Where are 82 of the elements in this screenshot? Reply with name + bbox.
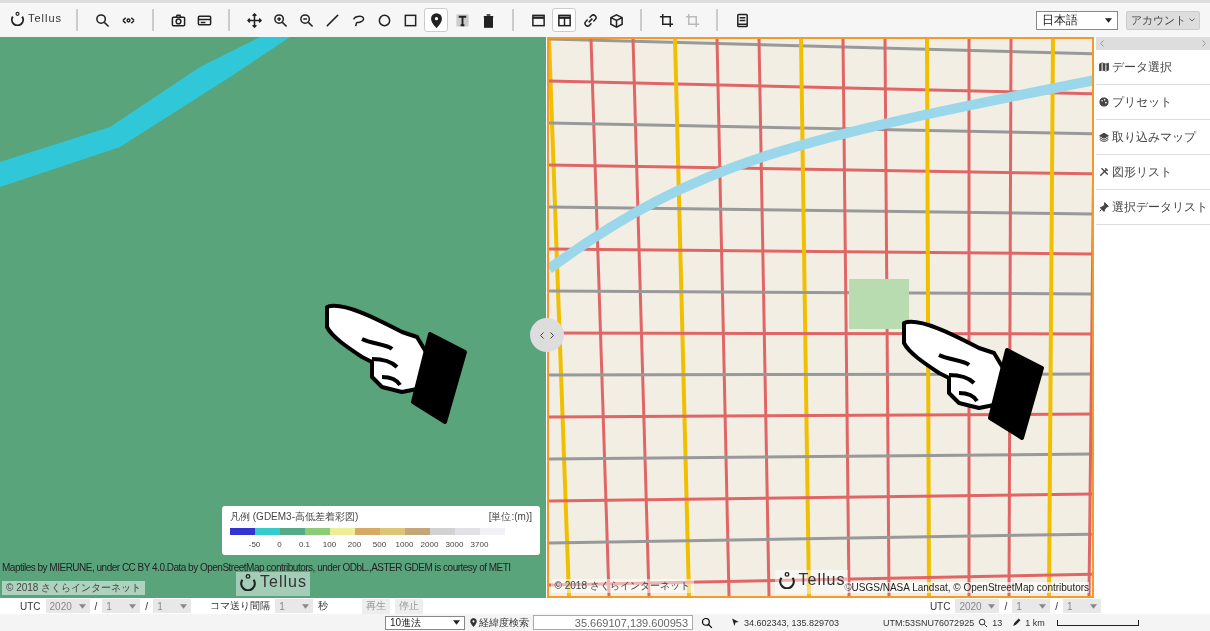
interval-label: コマ送り間隔 xyxy=(210,599,271,613)
legend-label: 3700 xyxy=(469,540,490,549)
seconds-label: 秒 xyxy=(318,599,329,613)
document-icon xyxy=(734,12,750,28)
sidebar-item[interactable]: データ選択 xyxy=(1096,50,1210,85)
zoom-out-icon xyxy=(298,12,314,28)
zoom-level-icon xyxy=(978,617,989,628)
date-separator: / xyxy=(1055,600,1058,612)
cursor-icon xyxy=(731,618,740,627)
chevron-down-icon xyxy=(1189,18,1195,22)
latlng-search-field[interactable]: 35.669107,139.600953 xyxy=(533,615,693,630)
date-separator: / xyxy=(145,600,149,612)
move-icon xyxy=(246,12,262,28)
sidebar-item[interactable]: プリセット xyxy=(1096,85,1210,120)
chevron-right-icon xyxy=(550,331,554,339)
utc-label: UTC xyxy=(929,600,951,612)
pencil-icon xyxy=(1012,618,1022,627)
tools-icon xyxy=(1099,167,1110,177)
legend-unit: [単位:(m)] xyxy=(488,510,532,524)
caret-icon xyxy=(1039,603,1047,609)
date-separator: / xyxy=(94,600,98,612)
palette-icon xyxy=(1099,97,1110,107)
map-attribution: Maptiles by MIERUNE, under CC BY 4.0.Data by OpenStreetMap contributors, under ODbL.,ASTER GDEM is courtesy of METI xyxy=(2,562,511,573)
language-select[interactable]: 日本語 xyxy=(1036,10,1118,30)
zoom-in-icon xyxy=(272,12,288,28)
sidebar-item[interactable]: 取り込みマップ xyxy=(1096,120,1210,155)
camera-icon xyxy=(170,12,186,28)
legend-label: 2000 xyxy=(419,540,440,549)
tellus-logo: Tellus xyxy=(239,573,307,591)
map-icon xyxy=(1099,62,1110,72)
chevron-left-icon xyxy=(1100,40,1105,47)
copyright-label: © 2018 さくらインターネット xyxy=(2,581,146,595)
chevron-left-icon xyxy=(540,331,544,339)
legend-label: 1000 xyxy=(394,540,415,549)
caret-icon xyxy=(78,603,86,609)
date-separator: / xyxy=(1004,600,1008,612)
text-tool-icon xyxy=(454,12,470,28)
square-icon xyxy=(402,12,418,28)
window-icon xyxy=(530,12,546,28)
link-icon xyxy=(582,12,598,28)
legend-title: 凡例 (GDEM3-高低差着彩図) xyxy=(230,510,359,524)
pin-tool-button[interactable] xyxy=(424,8,449,32)
legend-label: 100 xyxy=(321,540,338,549)
crop-icon xyxy=(658,12,674,28)
sidebar-item[interactable]: 選択データリスト xyxy=(1096,190,1210,225)
utm-coordinate: UTM:53SNU76072925 xyxy=(883,617,975,628)
caret-icon xyxy=(453,620,460,625)
caret-icon xyxy=(302,603,310,609)
caret-icon xyxy=(988,603,996,609)
scale-label: 1 km xyxy=(1025,617,1045,628)
cursor-coordinates: 34.602343, 135.829703 xyxy=(744,617,840,628)
pin-icon xyxy=(428,12,444,28)
split-view-icon xyxy=(556,12,572,28)
dropdown[interactable]: 10進法 xyxy=(385,615,465,630)
account-button[interactable]: アカウント xyxy=(1126,10,1200,30)
layers-icon xyxy=(1099,132,1110,142)
tellus-logo: Tellus xyxy=(10,10,63,26)
search-icon xyxy=(94,12,110,28)
copyright-label: © 2018 さくらインターネット xyxy=(550,579,694,593)
zoom-level: 13 xyxy=(992,617,1003,628)
caret-icon xyxy=(129,603,137,609)
pushpin-icon xyxy=(1099,202,1110,212)
search-icon xyxy=(701,616,713,629)
chevron-right-icon xyxy=(1202,40,1206,47)
legend-label: 3000 xyxy=(444,540,465,549)
crop-icon xyxy=(684,12,700,28)
legend-label: 0 xyxy=(276,540,283,549)
utc-label: UTC xyxy=(20,600,41,612)
legend-label: -50 xyxy=(247,540,262,549)
sidebar-item[interactable]: 図形リスト xyxy=(1096,155,1210,190)
legend-label: 200 xyxy=(346,540,363,549)
latlng-search-label: 経緯度検索 xyxy=(479,615,529,630)
circle-icon xyxy=(376,12,392,28)
line-icon xyxy=(324,12,340,28)
legend-label: 0.1 xyxy=(297,540,312,549)
cube-icon xyxy=(608,12,624,28)
caret-icon xyxy=(180,603,188,609)
split-view-tool-button[interactable] xyxy=(552,8,577,32)
legend-label: 500 xyxy=(371,540,388,549)
pin-icon xyxy=(469,618,478,627)
caret-icon xyxy=(1105,17,1112,23)
caret-icon xyxy=(1090,603,1097,609)
